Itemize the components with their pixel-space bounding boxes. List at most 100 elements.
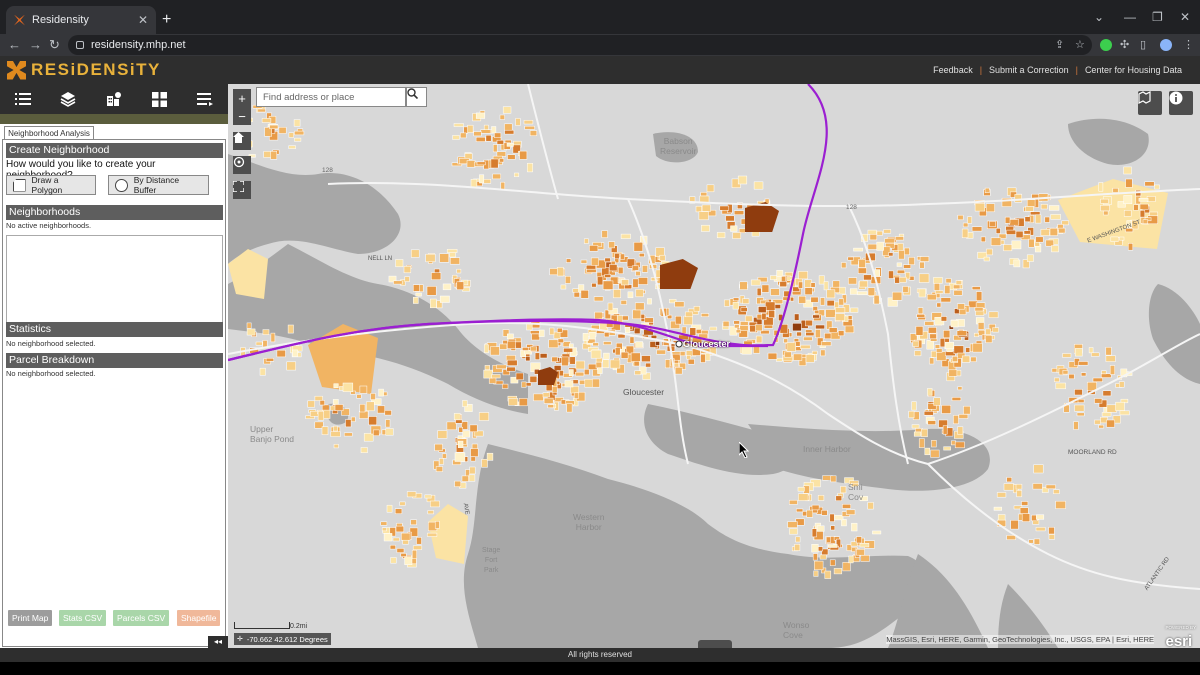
parcel[interactable] xyxy=(858,259,866,268)
parcel[interactable] xyxy=(914,350,922,357)
tab-neighborhood-analysis[interactable]: Neighborhood Analysis xyxy=(4,126,94,140)
parcel[interactable] xyxy=(730,225,738,232)
parcel[interactable] xyxy=(784,351,792,358)
tab-search-icon[interactable]: ⌄ xyxy=(1094,10,1104,24)
parcel[interactable] xyxy=(1087,381,1097,391)
parcel[interactable] xyxy=(793,353,803,361)
parcels-csv-button[interactable]: Parcels CSV xyxy=(113,610,170,626)
parcel[interactable] xyxy=(835,313,845,321)
parcel[interactable] xyxy=(476,161,486,166)
parcel[interactable] xyxy=(967,216,973,224)
parcel[interactable] xyxy=(1015,483,1023,490)
parcel[interactable] xyxy=(390,557,397,564)
parcel[interactable] xyxy=(620,351,629,359)
parcel[interactable] xyxy=(584,378,594,388)
map-canvas[interactable] xyxy=(228,84,1200,648)
parcel[interactable] xyxy=(926,340,935,350)
parcel[interactable] xyxy=(957,303,965,310)
parcel[interactable] xyxy=(620,233,631,239)
parcel[interactable] xyxy=(971,226,983,232)
parcel[interactable] xyxy=(533,393,544,402)
parcel[interactable] xyxy=(701,204,711,212)
parcel[interactable] xyxy=(892,291,903,301)
parcel[interactable] xyxy=(434,521,440,529)
parcel[interactable] xyxy=(679,351,686,357)
parcel[interactable] xyxy=(993,506,1002,511)
parcel[interactable] xyxy=(955,280,962,285)
parcel[interactable] xyxy=(1040,204,1048,210)
parcel[interactable] xyxy=(330,431,341,437)
bookmark-star-icon[interactable]: ☆ xyxy=(1075,37,1085,53)
parcel[interactable] xyxy=(722,320,730,327)
parcel[interactable] xyxy=(473,131,482,137)
parcel[interactable] xyxy=(974,203,985,212)
parcel[interactable] xyxy=(908,257,915,265)
parcel[interactable] xyxy=(631,265,639,271)
parcel[interactable] xyxy=(749,325,756,333)
parcel[interactable] xyxy=(592,342,599,347)
parcel[interactable] xyxy=(332,425,338,432)
parcel[interactable] xyxy=(589,245,599,252)
building-chart-icon[interactable] xyxy=(91,84,137,114)
parcel[interactable] xyxy=(918,288,926,298)
parcel[interactable] xyxy=(963,405,971,415)
parcel[interactable] xyxy=(461,475,469,482)
parcel[interactable] xyxy=(956,330,968,337)
parcel[interactable] xyxy=(564,380,574,388)
parcel[interactable] xyxy=(911,401,917,411)
parcel[interactable] xyxy=(393,280,403,285)
parcel[interactable] xyxy=(895,236,904,241)
parcel[interactable] xyxy=(814,560,824,571)
parcel[interactable] xyxy=(507,340,516,349)
parcel[interactable] xyxy=(659,254,666,261)
parcel[interactable] xyxy=(819,554,827,560)
parcel[interactable] xyxy=(502,106,512,114)
parcel[interactable] xyxy=(857,267,867,274)
parcel[interactable] xyxy=(359,404,366,413)
parcel[interactable] xyxy=(1101,412,1112,417)
parcel[interactable] xyxy=(814,309,820,314)
parcel[interactable] xyxy=(948,369,958,377)
parcel[interactable] xyxy=(1055,382,1066,390)
parcel[interactable] xyxy=(1101,370,1107,375)
parcel[interactable] xyxy=(604,257,611,263)
parcel[interactable] xyxy=(351,416,356,422)
parcel[interactable] xyxy=(1045,239,1054,247)
parcel[interactable] xyxy=(621,279,629,286)
parcel[interactable] xyxy=(425,253,436,263)
parcel[interactable] xyxy=(827,544,838,548)
parcel[interactable] xyxy=(1006,477,1013,483)
parcel[interactable] xyxy=(530,346,537,352)
parcel[interactable] xyxy=(458,426,463,433)
parcel[interactable] xyxy=(635,289,644,298)
parcel[interactable] xyxy=(462,400,468,407)
parcel[interactable] xyxy=(463,126,469,134)
parcel[interactable] xyxy=(957,214,964,221)
parcel[interactable] xyxy=(529,375,538,383)
parcel[interactable] xyxy=(974,307,984,312)
parcel[interactable] xyxy=(804,287,813,295)
parcel[interactable] xyxy=(1154,184,1160,190)
parcel[interactable] xyxy=(701,224,710,232)
parcel[interactable] xyxy=(385,428,394,436)
parcel[interactable] xyxy=(894,276,900,284)
parcel[interactable] xyxy=(645,362,652,368)
parcel[interactable] xyxy=(446,421,457,431)
parcel[interactable] xyxy=(917,307,924,315)
parcel[interactable] xyxy=(811,504,820,511)
parcel[interactable] xyxy=(246,328,256,336)
parcel[interactable] xyxy=(1103,210,1109,216)
parcel[interactable] xyxy=(457,440,464,448)
parcel[interactable] xyxy=(563,347,573,353)
parcel[interactable] xyxy=(635,341,643,348)
parcel[interactable] xyxy=(452,135,460,140)
parcel[interactable] xyxy=(475,136,486,142)
parcel[interactable] xyxy=(595,361,602,369)
parcel[interactable] xyxy=(506,359,518,366)
parcel[interactable] xyxy=(604,332,610,338)
parcel[interactable] xyxy=(745,315,753,322)
parcel[interactable] xyxy=(919,261,925,269)
parcel[interactable] xyxy=(453,413,461,421)
parcel[interactable] xyxy=(373,429,380,436)
feedback-link[interactable]: Feedback xyxy=(933,65,973,75)
